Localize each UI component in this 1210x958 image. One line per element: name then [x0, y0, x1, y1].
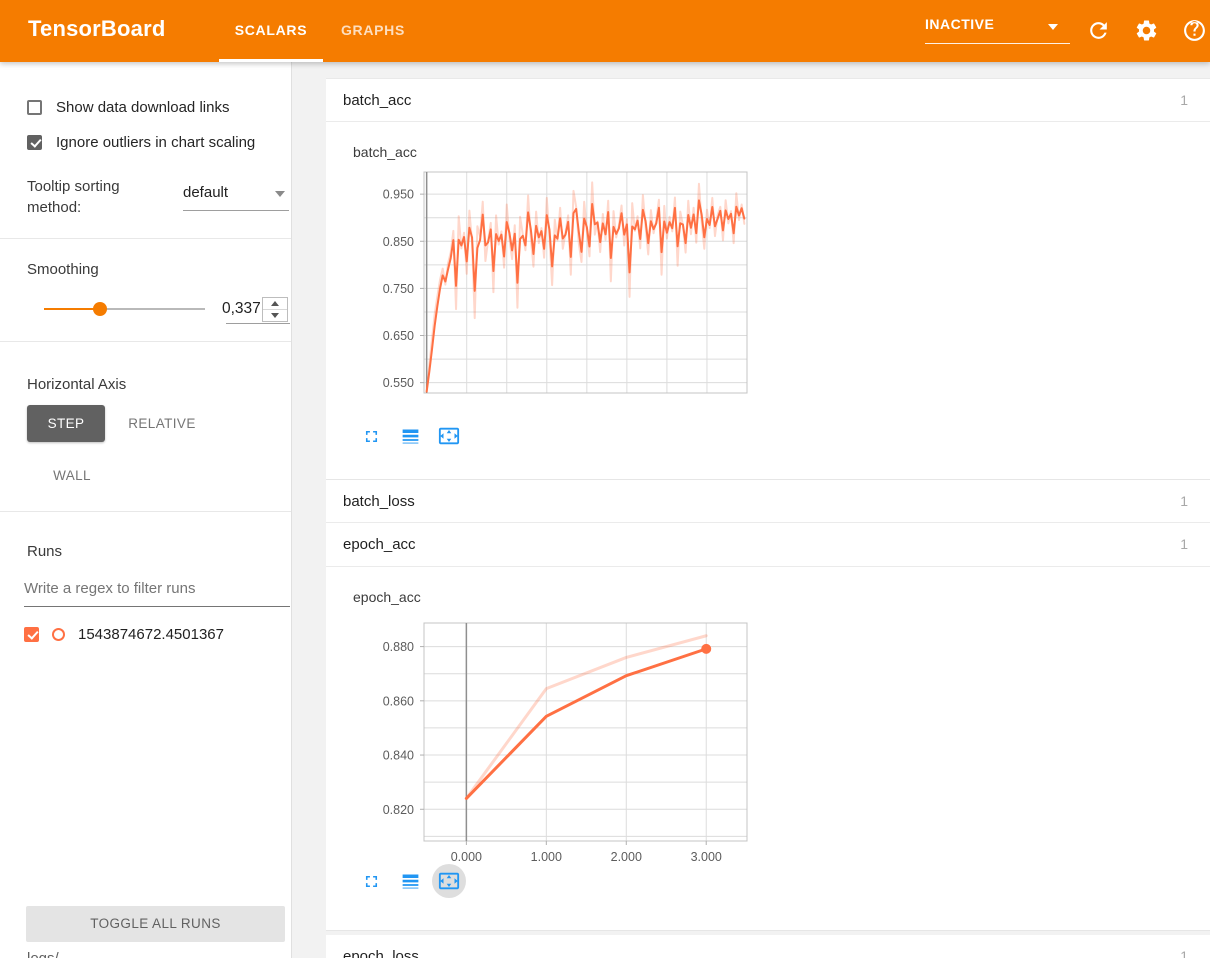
x-tick-label: 1.000: [531, 850, 562, 864]
axis-relative-button[interactable]: RELATIVE: [122, 405, 202, 442]
checkbox-box[interactable]: [27, 135, 42, 150]
smoothing-slider-fill: [44, 308, 100, 310]
section-body-batch-acc: batch_acc 0.550 0.650 0.750 0.850 0.950: [326, 122, 1210, 480]
fit-domain-button[interactable]: [432, 419, 466, 453]
line-weight-button[interactable]: [393, 864, 427, 898]
checkbox-ignore-outliers[interactable]: Ignore outliers in chart scaling: [27, 132, 255, 152]
toggle-all-runs-button[interactable]: TOGGLE ALL RUNS: [26, 906, 285, 942]
smoothing-spinner[interactable]: [262, 297, 288, 322]
gear-icon: [1134, 18, 1159, 43]
run-name: 1543874672.4501367: [78, 626, 224, 643]
smoothing-label: Smoothing: [27, 259, 99, 280]
chevron-down-icon: [275, 191, 285, 197]
settings-button[interactable]: [1132, 16, 1160, 44]
line-weight-icon: [400, 426, 421, 447]
settings-sidebar: Show data download links Ignore outliers…: [0, 62, 292, 958]
line-weight-button[interactable]: [393, 419, 427, 453]
help-icon: [1182, 18, 1207, 43]
smoothing-value-input[interactable]: 0,337: [222, 300, 258, 318]
y-tick-label: 0.840: [383, 749, 414, 763]
status-dropdown-value: INACTIVE: [925, 16, 994, 32]
chart-actions: [354, 419, 466, 453]
section-count-badge: 1: [1180, 935, 1188, 958]
section-header-batch-loss[interactable]: batch_loss 1: [326, 480, 1210, 523]
y-tick-label: 0.650: [383, 329, 414, 343]
y-tick-label: 0.850: [383, 235, 414, 249]
y-tick-label: 0.880: [383, 640, 414, 654]
scalars-dashboard: batch_acc 1 batch_acc 0.550 0.650 0.750 0.8…: [293, 62, 1210, 958]
run-item[interactable]: 1543874672.4501367: [24, 624, 224, 644]
arrow-up-icon: [271, 301, 279, 306]
section-header-batch-acc[interactable]: batch_acc 1: [326, 78, 1210, 122]
section-count-badge: 1: [1180, 523, 1188, 566]
y-tick-label: 0.950: [383, 188, 414, 202]
app-title: TensorBoard: [28, 16, 165, 42]
section-body-epoch-acc: epoch_acc 0.820 0.840 0.860 0.880 0.000 1.000…: [326, 567, 1210, 931]
horizontal-axis-label: Horizontal Axis: [27, 374, 126, 395]
help-button[interactable]: [1180, 16, 1208, 44]
chart-title: batch_acc: [353, 144, 417, 160]
epoch-acc-chart[interactable]: 0.820 0.840 0.860 0.880 0.000 1.000 2.000 3.000: [349, 617, 759, 869]
x-tick-label: 0.000: [451, 850, 482, 864]
last-point-dot: [701, 644, 711, 654]
run-color-circle-icon[interactable]: [52, 628, 65, 641]
logs-path-footer: logs/: [27, 950, 59, 958]
section-header-epoch-acc[interactable]: epoch_acc 1: [326, 523, 1210, 567]
spinner-up-button[interactable]: [263, 298, 287, 310]
section-header-epoch-loss[interactable]: epoch_loss 1: [326, 935, 1210, 958]
y-tick-label: 0.750: [383, 282, 414, 296]
section-title: batch_acc: [343, 79, 411, 122]
tooltip-sorting-value: default: [183, 184, 228, 201]
fit-domain-button-active[interactable]: [432, 864, 466, 898]
refresh-icon: [1086, 18, 1111, 43]
tab-scalars[interactable]: SCALARS: [219, 0, 323, 62]
smoothing-slider-thumb[interactable]: [93, 302, 107, 316]
smoothed-series-line: [466, 649, 706, 799]
chart-actions: [354, 864, 466, 898]
section-title: batch_loss: [343, 480, 415, 523]
checkbox-box[interactable]: [27, 100, 42, 115]
divider: [0, 511, 291, 512]
fit-domain-icon: [438, 425, 460, 447]
fit-domain-icon: [438, 870, 460, 892]
chart-title: epoch_acc: [353, 589, 421, 605]
checkbox-show-download-links[interactable]: Show data download links: [27, 97, 229, 117]
x-tick-label: 2.000: [611, 850, 642, 864]
checkbox-label: Show data download links: [56, 99, 229, 116]
runs-label: Runs: [27, 541, 62, 562]
refresh-button[interactable]: [1084, 16, 1112, 44]
chevron-down-icon: [1048, 24, 1058, 30]
axis-step-button[interactable]: STEP: [27, 405, 105, 442]
section-title: epoch_loss: [343, 935, 419, 958]
runs-filter-input[interactable]: Write a regex to filter runs: [24, 580, 290, 607]
tooltip-sorting-dropdown[interactable]: default: [183, 184, 289, 211]
section-title: epoch_acc: [343, 523, 416, 566]
spinner-down-button[interactable]: [263, 310, 287, 321]
divider: [0, 341, 291, 342]
batch-acc-chart[interactable]: 0.550 0.650 0.750 0.850 0.950: [349, 166, 759, 421]
divider: [0, 238, 291, 239]
app-header: TensorBoard SCALARS GRAPHS INACTIVE: [0, 0, 1210, 62]
y-tick-label: 0.860: [383, 694, 414, 708]
arrow-down-icon: [271, 313, 279, 318]
axis-wall-button[interactable]: WALL: [44, 457, 100, 494]
y-tick-label: 0.820: [383, 803, 414, 817]
checkbox-label: Ignore outliers in chart scaling: [56, 134, 255, 151]
fullscreen-icon: [362, 872, 381, 891]
run-checkbox[interactable]: [24, 627, 39, 642]
fullscreen-button[interactable]: [354, 419, 388, 453]
section-count-badge: 1: [1180, 79, 1188, 122]
fullscreen-button[interactable]: [354, 864, 388, 898]
x-tick-label: 3.000: [691, 850, 722, 864]
status-dropdown[interactable]: INACTIVE: [925, 16, 1070, 44]
line-weight-icon: [400, 871, 421, 892]
tooltip-sorting-label: Tooltip sorting method:: [27, 176, 162, 218]
tab-graphs[interactable]: GRAPHS: [327, 0, 419, 62]
fullscreen-icon: [362, 427, 381, 446]
smoothing-input-underline: [226, 323, 290, 324]
y-tick-label: 0.550: [383, 376, 414, 390]
section-count-badge: 1: [1180, 480, 1188, 523]
